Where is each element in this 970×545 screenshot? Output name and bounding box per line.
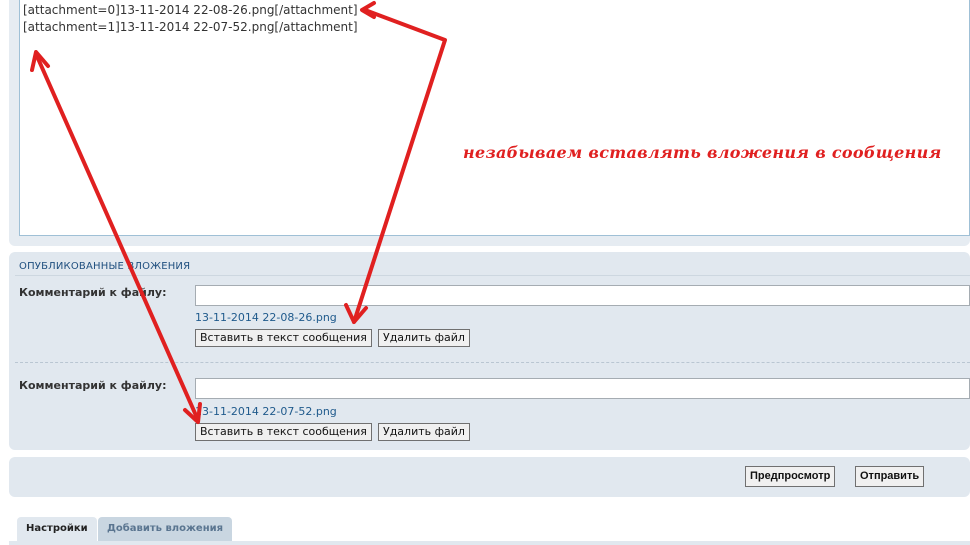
comment-label-1: Комментарий к файлу: (19, 286, 167, 299)
annotation-text: незабываем вставлять вложения в сообщени… (463, 143, 942, 162)
tab-settings[interactable]: Настройки (17, 517, 97, 541)
comment-input-1[interactable] (195, 285, 970, 306)
attachments-panel (9, 252, 970, 450)
insert-into-message-button-1[interactable]: Вставить в текст сообщения (195, 329, 372, 347)
editor-line-2: [attachment=1]13-11-2014 22-07-52.png[/a… (23, 20, 358, 34)
preview-button[interactable]: Предпросмотр (745, 466, 836, 487)
heading-divider (15, 275, 970, 276)
message-textarea[interactable]: [attachment=0]13-11-2014 22-08-26.png[/a… (19, 0, 970, 236)
comment-label-2: Комментарий к файлу: (19, 379, 167, 392)
file-link-1[interactable]: 13-11-2014 22-08-26.png (195, 311, 337, 324)
send-button[interactable]: Отправить (855, 466, 925, 487)
delete-file-button-1[interactable]: Удалить файл (378, 329, 470, 347)
attachment-separator (15, 362, 970, 363)
delete-file-button-2[interactable]: Удалить файл (378, 423, 470, 441)
tab-add-attachments[interactable]: Добавить вложения (98, 517, 233, 541)
attachments-heading: ОПУБЛИКОВАННЫЕ ВЛОЖЕНИЯ (19, 261, 191, 272)
insert-into-message-button-2[interactable]: Вставить в текст сообщения (195, 423, 372, 441)
file-link-2[interactable]: 13-11-2014 22-07-52.png (195, 405, 337, 418)
comment-input-2[interactable] (195, 378, 970, 399)
tab-baseline (9, 541, 970, 545)
editor-line-1: [attachment=0]13-11-2014 22-08-26.png[/a… (23, 3, 358, 17)
